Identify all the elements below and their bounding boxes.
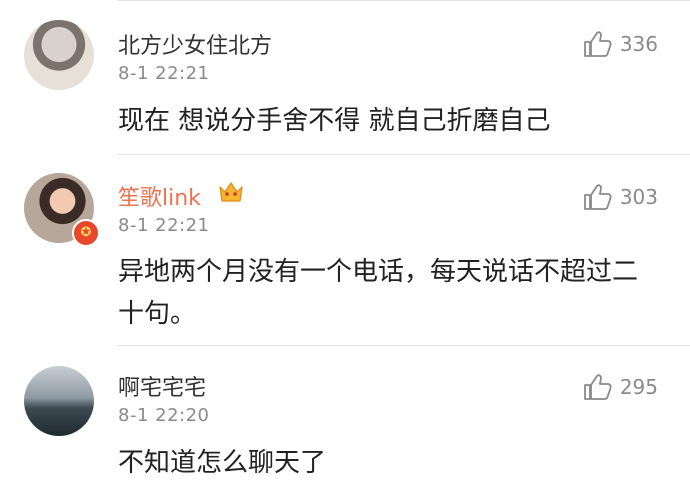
like-count: 303 xyxy=(619,185,658,209)
crown-vip-icon xyxy=(219,182,243,202)
thumb-up-icon xyxy=(583,184,612,210)
comment-time: 8-1 22:21 xyxy=(118,215,210,236)
thumb-up-icon xyxy=(583,374,612,400)
verified-badge-icon: ✪ xyxy=(72,219,100,247)
like-button[interactable]: 295 xyxy=(582,373,658,401)
comment-text: 现在 想说分手舍不得 就自己折磨自己 xyxy=(118,106,551,136)
thumb-up-icon xyxy=(583,31,612,57)
comment-time: 8-1 22:21 xyxy=(118,63,210,84)
avatar[interactable] xyxy=(24,366,94,436)
comment-text: 不知道怎么聊天了 xyxy=(118,448,327,478)
like-count: 336 xyxy=(619,32,658,56)
comment-item: 北方少女住北方 8-1 22:21 336 现在 想说分手舍不得 就自己折磨自己 xyxy=(0,0,690,154)
comment-item: 啊宅宅宅 8-1 22:20 295 不知道怎么聊天了 xyxy=(0,346,690,491)
comment-item: ✪ 笙歌link 8-1 22:21 303 异地两个月没有一个电话，每天说话不… xyxy=(0,155,690,345)
comment-time: 8-1 22:20 xyxy=(118,405,210,426)
comment-username[interactable]: 北方少女住北方 xyxy=(118,28,272,60)
like-button[interactable]: 336 xyxy=(582,30,658,58)
like-count: 295 xyxy=(619,375,658,399)
comment-username[interactable]: 啊宅宅宅 xyxy=(118,370,206,402)
comment-text: 异地两个月没有一个电话，每天说话不超过二十句。 xyxy=(118,257,639,329)
comment-username[interactable]: 笙歌link xyxy=(118,180,201,212)
avatar[interactable] xyxy=(24,20,94,90)
like-button[interactable]: 303 xyxy=(582,183,658,211)
